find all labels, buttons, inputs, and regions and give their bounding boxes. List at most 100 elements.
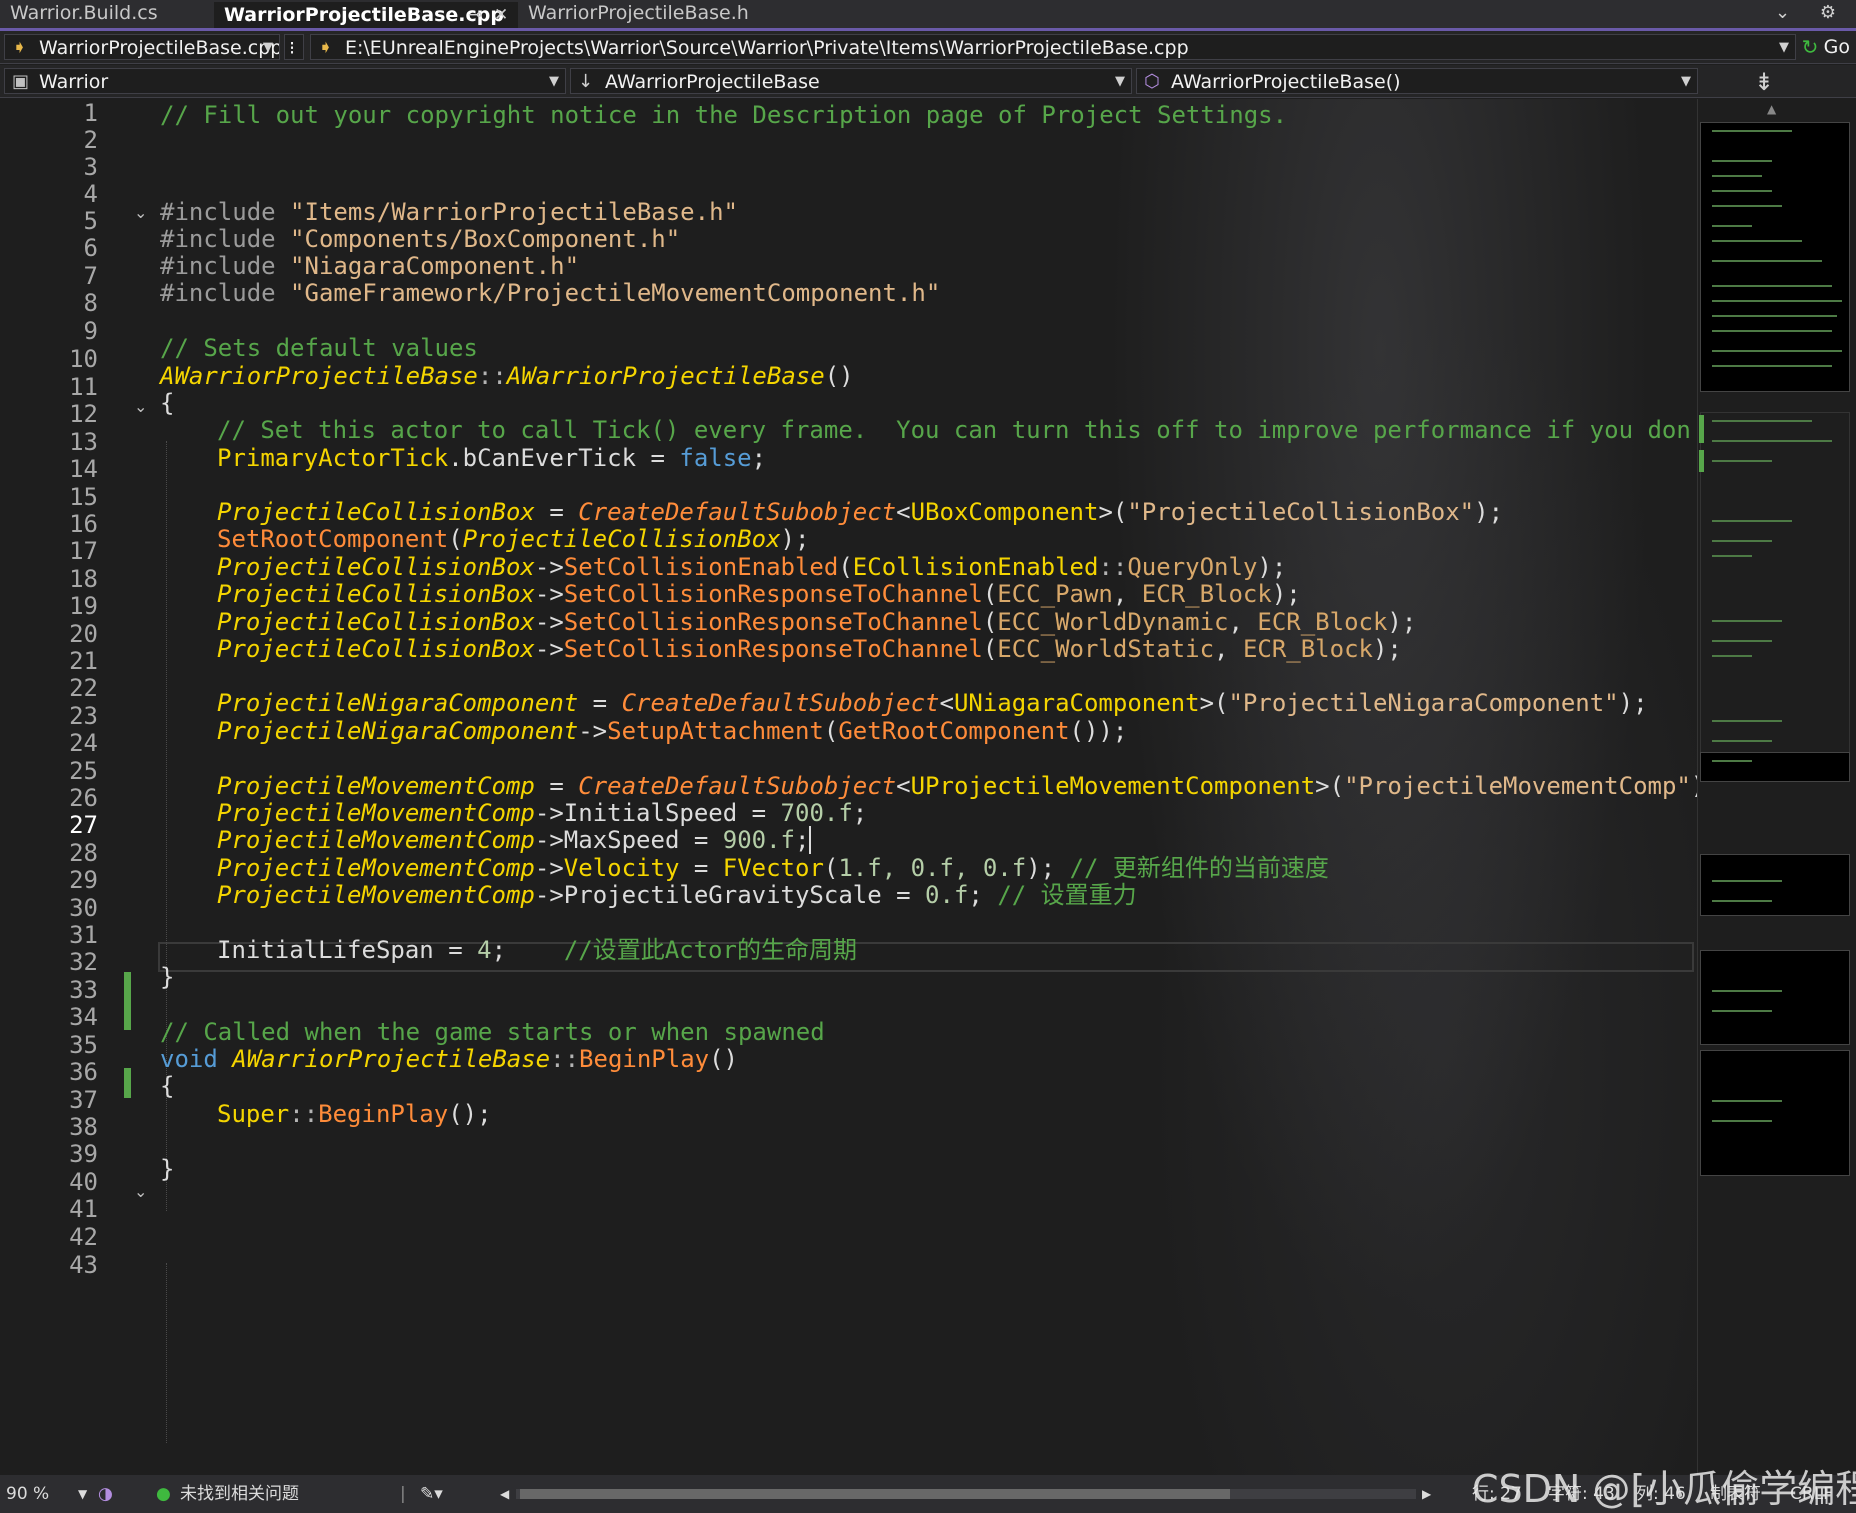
fold-toggle[interactable]: ⌄ [134, 1182, 147, 1201]
semicolon: ; [751, 444, 767, 472]
member: ProjectileGravityScale [563, 881, 882, 909]
line-number: 31 [69, 921, 98, 949]
chevron-down-icon[interactable]: ▼ [1779, 35, 1789, 59]
spinner-icon: ⁝ [289, 37, 296, 59]
member: InitialSpeed [563, 799, 738, 827]
minimap-code-line [1712, 990, 1782, 992]
line-number: 8 [83, 289, 98, 317]
arrow-icon: ➧ [318, 37, 334, 58]
member: Velocity [563, 854, 680, 882]
minimap-code-line [1712, 620, 1782, 622]
minimap-code-line [1712, 520, 1792, 522]
tab-warrior-build-cs[interactable]: Warrior.Build.cs [0, 0, 214, 28]
minimap-region [1700, 1050, 1850, 1176]
minimap-code-line [1712, 540, 1772, 542]
string: "ProjectileNigaraComponent" [1228, 689, 1619, 717]
close-icon[interactable]: ✕ [494, 2, 508, 28]
change-marker [124, 972, 131, 1030]
code-line-7: #include "GameFramework/ProjectileMoveme… [160, 277, 940, 309]
change-marker [124, 1068, 131, 1098]
function: BeginPlay [579, 1045, 710, 1073]
line-number: 41 [69, 1195, 98, 1223]
line-number: 33 [69, 976, 98, 1004]
keyword: void [160, 1045, 218, 1073]
line-number: 37 [69, 1086, 98, 1114]
zoom-level[interactable]: 90 % [6, 1475, 49, 1513]
copilot-icon[interactable]: ◑ [98, 1475, 113, 1513]
tab-overflow-and-settings-icons[interactable]: ⌄ ⚙ [1775, 2, 1848, 23]
line-number: 16 [69, 510, 98, 538]
string: "GameFramework/ProjectileMovementCompone… [290, 279, 941, 307]
file-path-combo[interactable]: ➧ E:\EUnrealEngineProjects\Warrior\Sourc… [310, 34, 1796, 60]
identifier: PrimaryActorTick [217, 444, 449, 472]
issues-label[interactable]: 未找到相关问题 [180, 1475, 299, 1513]
identifier: Super [217, 1100, 290, 1128]
line-number: 6 [83, 234, 98, 262]
parens: () [824, 362, 854, 390]
function: CreateDefaultSubobject [578, 498, 897, 526]
file-combo[interactable]: ➧ WarriorProjectileBase.cpp ▼ [4, 34, 280, 60]
line-number: 26 [69, 784, 98, 812]
horizontal-scroll-thumb[interactable] [520, 1489, 1230, 1499]
tab-warrior-projectile-base-h[interactable]: WarriorProjectileBase.h [518, 0, 790, 28]
file-path-label: E:\EUnrealEngineProjects\Warrior\Source\… [345, 37, 1189, 59]
pin-icon[interactable]: ⊸ [468, 2, 482, 28]
file-combo-spinner[interactable]: ⁝ [284, 34, 304, 60]
enum-value: ECC_WorldStatic [997, 635, 1215, 663]
minimap-code-line [1712, 720, 1782, 722]
scope-navigation-bar: ▣ Warrior ▼ ↓ AWarriorProjectileBase ▼ ⬡… [0, 65, 1856, 98]
chevron-down-icon[interactable]: ▼ [78, 1475, 87, 1513]
line-number: 1 [83, 99, 98, 127]
line-number: 5 [83, 207, 98, 235]
chevron-down-icon[interactable]: ▼ [263, 35, 273, 59]
project-combo[interactable]: ▣ Warrior ▼ [4, 68, 566, 94]
line-number: 40 [69, 1168, 98, 1196]
comment: //设置此Actor的生命周期 [563, 936, 857, 964]
scroll-up-icon[interactable]: ▲ [1767, 102, 1776, 116]
code-editor[interactable]: ⌄ ⌄ ⌄ 1 2 3 4 5 6 7 8 9 10 11 12 13 14 15 16 17 18 19 20 21 2… [0, 99, 1697, 1475]
split-icon[interactable]: ⇟ [1754, 68, 1774, 96]
chevron-down-icon[interactable]: ▼ [1681, 69, 1691, 93]
line-number: 2 [83, 126, 98, 154]
minimap-code-line [1712, 240, 1802, 242]
function: BeginPlay [318, 1100, 449, 1128]
chevron-down-icon[interactable]: ▼ [549, 69, 559, 93]
brace: { [160, 1072, 175, 1100]
minimap-region [1700, 752, 1850, 782]
member-var: ProjectileCollisionBox [217, 635, 535, 663]
function: CreateDefaultSubobject [621, 689, 940, 717]
enum-value: QueryOnly [1127, 553, 1258, 581]
line-number: 43 [69, 1251, 98, 1279]
fold-toggle[interactable]: ⌄ [134, 203, 147, 222]
line-number: 23 [69, 702, 98, 730]
chevron-down-icon[interactable]: ▼ [1115, 69, 1125, 93]
brush-icon[interactable]: ✎▾ [420, 1475, 443, 1513]
class-combo[interactable]: ↓ AWarriorProjectileBase ▼ [570, 68, 1132, 94]
tab-warrior-projectile-base-cpp[interactable]: WarriorProjectileBase.cpp ⊸ ✕ [214, 0, 518, 28]
enum-value: ECC_WorldDynamic [997, 608, 1229, 636]
function: SetCollisionResponseToChannel [563, 635, 983, 663]
fold-toggle[interactable]: ⌄ [134, 397, 147, 416]
line-number: 21 [69, 647, 98, 675]
file-combo-label: WarriorProjectileBase.cpp [39, 37, 280, 59]
comment: // 更新组件的当前速度 [1069, 854, 1329, 882]
minimap-code-line [1712, 205, 1782, 207]
project-icon: ▣ [12, 71, 30, 92]
line-number: 14 [69, 455, 98, 483]
code-line-37: Super::BeginPlay(); [217, 1100, 492, 1128]
scroll-left-icon[interactable]: ◀ [500, 1475, 509, 1513]
preprocessor: #include [160, 225, 276, 253]
function: SetCollisionEnabled [563, 553, 839, 581]
scroll-right-icon[interactable]: ▶ [1422, 1475, 1431, 1513]
line-number: 36 [69, 1058, 98, 1086]
class-icon: ↓ [578, 71, 594, 92]
minimap-code-line [1712, 260, 1822, 262]
minimap-code-line [1712, 1010, 1772, 1012]
go-button[interactable]: ↻ Go [1800, 34, 1850, 60]
line-number: 22 [69, 674, 98, 702]
member-var: ProjectileMovementComp [217, 854, 535, 882]
scope-op: :: [477, 362, 507, 390]
member-var: ProjectileCollisionBox [217, 498, 535, 526]
preprocessor: #include [160, 252, 276, 280]
member-combo[interactable]: ⬡ AWarriorProjectileBase() ▼ [1136, 68, 1698, 94]
